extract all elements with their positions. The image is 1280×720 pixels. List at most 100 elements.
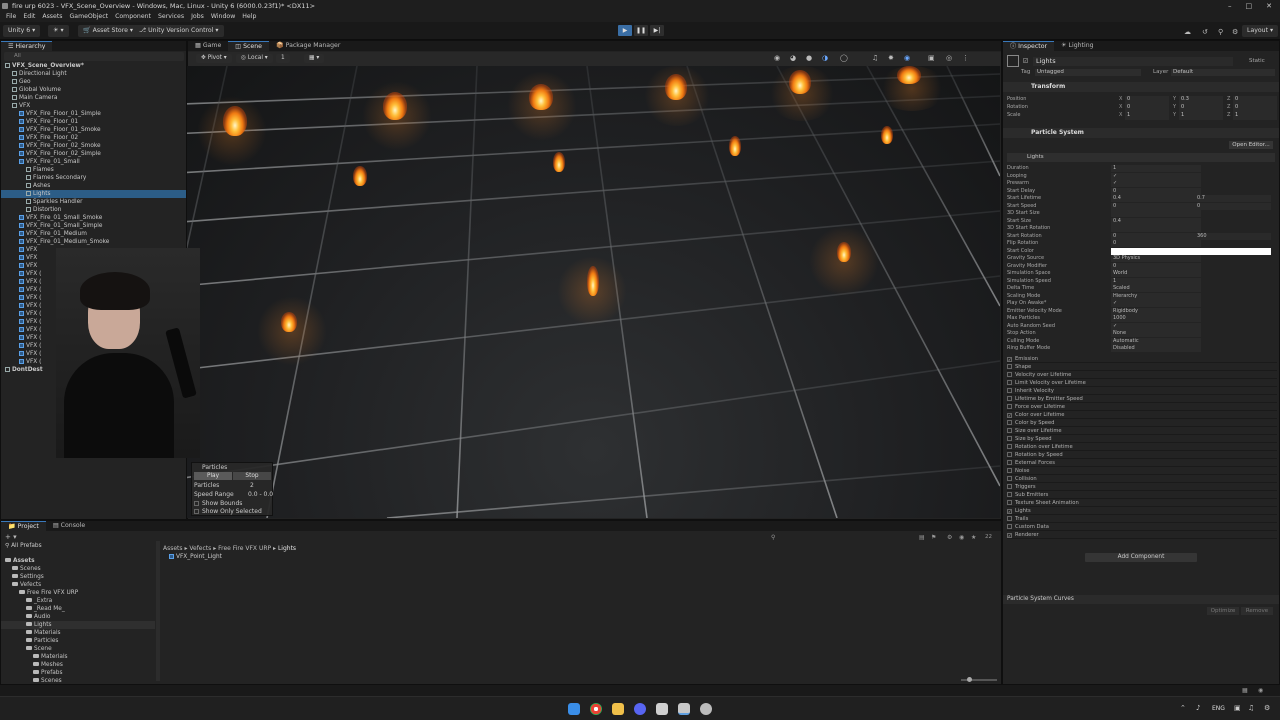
particle-module-row[interactable]: Lifetime by Emitter Speed: [1007, 395, 1277, 403]
menu-item-help[interactable]: Help: [242, 12, 256, 22]
particle-module-row[interactable]: Noise: [1007, 467, 1277, 475]
module-enable-checkbox[interactable]: [1007, 459, 1012, 465]
particle-property-value[interactable]: ✓: [1111, 172, 1201, 180]
menu-item-component[interactable]: Component: [115, 12, 151, 22]
particle-property-value[interactable]: [1111, 225, 1201, 232]
particle-module-row[interactable]: Shape: [1007, 363, 1277, 371]
play-particles-button[interactable]: Play: [194, 472, 232, 480]
module-enable-checkbox[interactable]: ✓: [1007, 508, 1012, 514]
static-toggle[interactable]: Static: [1249, 58, 1265, 64]
breadcrumb-assets[interactable]: Assets: [163, 545, 183, 552]
particle-property-value[interactable]: 0: [1111, 232, 1201, 240]
tag-dropdown[interactable]: Untagged: [1035, 69, 1141, 76]
particle-property-value[interactable]: 0.4: [1111, 217, 1201, 225]
transform-x-field[interactable]: 1: [1125, 112, 1169, 120]
module-enable-checkbox[interactable]: [1007, 523, 1012, 529]
particle-property-value[interactable]: 1: [1111, 165, 1201, 172]
module-enable-checkbox[interactable]: ✓: [1007, 356, 1012, 362]
remove-curve-button[interactable]: Remove: [1241, 607, 1273, 615]
shading-lit-icon[interactable]: ◑: [822, 54, 828, 62]
particle-property-value[interactable]: Scaled: [1111, 285, 1201, 292]
particle-module-row[interactable]: Texture Sheet Animation: [1007, 499, 1277, 507]
transform-z-field[interactable]: 0: [1233, 104, 1277, 112]
project-search-icon[interactable]: ⚲: [771, 534, 775, 541]
visibility-icon[interactable]: ◉: [959, 534, 964, 541]
hierarchy-row[interactable]: VFX_Fire_Floor_01_Smoke: [1, 126, 186, 134]
particle-module-row[interactable]: Trails: [1007, 515, 1277, 523]
tab-lighting[interactable]: ☀ Lighting: [1054, 41, 1101, 51]
particle-property-value[interactable]: 0: [1111, 202, 1201, 210]
render-options-icon[interactable]: ◯: [840, 54, 848, 62]
module-enable-checkbox[interactable]: [1007, 499, 1012, 505]
hierarchy-row[interactable]: Directional Light: [1, 70, 186, 78]
particle-module-header[interactable]: Lights: [1007, 153, 1275, 162]
pause-button[interactable]: ❚❚: [634, 25, 648, 36]
module-enable-checkbox[interactable]: [1007, 387, 1012, 393]
add-component-button[interactable]: Add Component: [1085, 553, 1197, 562]
particle-property-value[interactable]: World: [1111, 270, 1201, 277]
module-enable-checkbox[interactable]: [1007, 443, 1012, 449]
show-only-selected-checkbox[interactable]: [194, 509, 199, 514]
snap-settings-button[interactable]: ▦ ▾: [304, 54, 325, 63]
status-progress-icon[interactable]: ◉: [1258, 687, 1263, 694]
project-folder-row[interactable]: Materials: [1, 629, 155, 637]
hierarchy-row[interactable]: Main Camera: [1, 94, 186, 102]
module-enable-checkbox[interactable]: [1007, 435, 1012, 441]
particle-property-value[interactable]: 3D Physics: [1111, 255, 1201, 262]
particle-module-row[interactable]: Velocity over Lifetime: [1007, 371, 1277, 379]
shading-wire-icon[interactable]: ◕: [790, 54, 796, 62]
hierarchy-row[interactable]: Flames: [1, 166, 186, 174]
chrome-icon[interactable]: [590, 703, 602, 715]
filter-settings-icon[interactable]: ⚙: [947, 534, 952, 541]
module-enable-checkbox[interactable]: [1007, 427, 1012, 433]
menu-item-gameobject[interactable]: GameObject: [69, 12, 108, 22]
gizmos-icon[interactable]: ◎: [946, 54, 952, 62]
transform-z-field[interactable]: 0: [1233, 96, 1277, 104]
status-debug-icon[interactable]: ▦: [1242, 687, 1248, 694]
module-enable-checkbox[interactable]: [1007, 379, 1012, 385]
particle-module-row[interactable]: Force over Lifetime: [1007, 403, 1277, 411]
unity-hub-icon[interactable]: [656, 703, 668, 715]
particle-property-value[interactable]: 1: [1111, 277, 1201, 285]
particle-module-row[interactable]: External Forces: [1007, 459, 1277, 467]
notification-bell-icon[interactable]: ⚙: [1264, 704, 1270, 712]
menu-item-file[interactable]: File: [6, 12, 16, 22]
menu-item-window[interactable]: Window: [211, 12, 235, 22]
breadcrumb-vefects[interactable]: Vefects: [189, 545, 211, 552]
transform-y-field[interactable]: 1: [1179, 112, 1223, 120]
tab-project[interactable]: 📁 Project: [1, 521, 46, 531]
grid-snap-button[interactable]: 1: [276, 54, 290, 63]
hierarchy-row[interactable]: VFX_Fire_Floor_02_Smoke: [1, 142, 186, 150]
particle-property-value[interactable]: ✓: [1111, 300, 1201, 307]
favorites-all-prefabs[interactable]: ⚲ All Prefabs: [5, 543, 42, 549]
hierarchy-row[interactable]: VFX_Fire_01_Medium_Smoke: [1, 238, 186, 246]
transform-x-field[interactable]: 0: [1125, 96, 1169, 104]
audio-toggle-icon[interactable]: ♫: [872, 54, 878, 62]
hierarchy-row[interactable]: VFX_Fire_Floor_02: [1, 134, 186, 142]
transform-header[interactable]: Transform: [1003, 82, 1279, 92]
particle-module-row[interactable]: Size over Lifetime: [1007, 427, 1277, 435]
pivot-dropdown[interactable]: ✥ Pivot ▾: [196, 54, 232, 63]
object-name-field[interactable]: Lights: [1033, 57, 1233, 66]
particle-property-value[interactable]: Rigidbody: [1111, 307, 1201, 315]
project-folder-row[interactable]: _Read Me_: [1, 605, 155, 613]
particle-property-value[interactable]: [1111, 247, 1271, 255]
project-folder-row[interactable]: Assets: [1, 557, 155, 565]
maximize-icon[interactable]: □: [1246, 0, 1253, 12]
hierarchy-row[interactable]: Sparkles Handler: [1, 198, 186, 206]
scene-visibility-icon[interactable]: ◉: [904, 54, 910, 62]
active-checkbox[interactable]: ✓: [1023, 58, 1028, 63]
search-icon[interactable]: ⚲: [1218, 28, 1223, 36]
tab-inspector[interactable]: ⓘ Inspector: [1003, 41, 1055, 51]
language-indicator[interactable]: ENG: [1212, 705, 1225, 712]
show-bounds-checkbox[interactable]: [194, 501, 199, 506]
filter-type-icon[interactable]: ▤: [919, 534, 925, 541]
tab-package-manager[interactable]: 📦 Package Manager: [269, 41, 347, 51]
cloud-icon[interactable]: ☁: [1184, 28, 1191, 36]
unity-editor-icon[interactable]: [678, 703, 690, 715]
file-explorer-icon[interactable]: [612, 703, 624, 715]
project-folder-row[interactable]: Particles: [1, 637, 155, 645]
account-button[interactable]: Unity 6 ▾: [3, 25, 41, 37]
particle-module-row[interactable]: Sub Emitters: [1007, 491, 1277, 499]
tray-overflow-icon[interactable]: ⌃: [1180, 704, 1186, 712]
